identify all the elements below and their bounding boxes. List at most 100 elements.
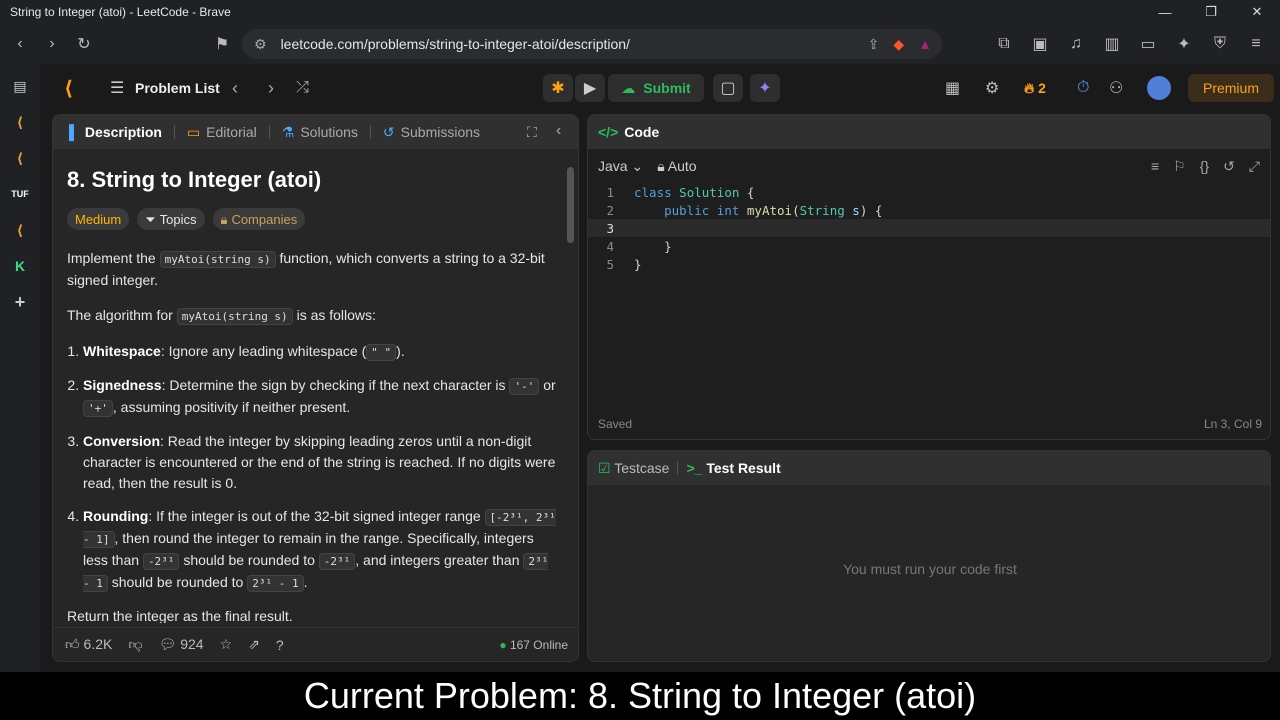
tab-editorial[interactable]: ▭ Editorial (181, 124, 263, 141)
inline-code: " " (366, 344, 397, 361)
video-caption: Current Problem: 8. String to Integer (a… (0, 672, 1280, 720)
premium-button[interactable]: Premium (1188, 74, 1274, 102)
topics-label: Topics (159, 211, 197, 227)
submit-label: Submit (643, 80, 691, 96)
reset-icon[interactable]: ↺ (1223, 158, 1235, 175)
timer-icon[interactable]: ⏱ (1077, 79, 1089, 97)
tab-test-result[interactable]: >_ Test Result (686, 460, 780, 476)
notes-icon[interactable]: ▢ (713, 74, 743, 102)
share-icon[interactable]: ⇗ (248, 636, 260, 653)
next-problem-icon[interactable]: › (268, 78, 274, 99)
brave-shields-icon[interactable]: ◆ (893, 36, 904, 53)
screenshot-icon[interactable]: ▣ (1024, 28, 1056, 60)
back-icon[interactable]: ‹ (4, 28, 36, 60)
url-text[interactable]: leetcode.com/problems/string-to-integer-… (281, 36, 630, 52)
line-number: 5 (606, 256, 614, 272)
code-editor[interactable]: 1 class Solution { 2 public int myAtoi(St… (588, 183, 1270, 303)
description-footer: 👍︎ 6.2K 👎︎ 💬︎ 924 ☆ ⇗ ? ● 167 Online (53, 627, 578, 661)
leetcode-logo-icon[interactable]: ⟨ (64, 76, 73, 101)
language-select[interactable]: Java ⌄ (598, 158, 643, 175)
code-icon: </> (598, 124, 619, 140)
menu-icon[interactable]: ≡ (1240, 28, 1272, 60)
leetcode-shortcut-icon[interactable]: ⟨ (7, 110, 33, 134)
streak-count: 2 (1038, 79, 1046, 96)
settings-gear-icon[interactable]: ⚙ (985, 78, 999, 98)
fire-icon: 🔥︎ (1024, 79, 1035, 96)
submit-button[interactable]: ☁ Submit (608, 74, 704, 102)
run-icon[interactable]: ▶ (575, 74, 605, 102)
code-punct: { (739, 184, 755, 200)
step-title: Whitespace (83, 343, 161, 359)
leetcode-shortcut-icon[interactable]: ⟨ (7, 146, 33, 170)
share-icon[interactable]: ⇪ (868, 36, 880, 53)
collapse-icon[interactable]: ‹ (556, 122, 561, 140)
k-app-icon[interactable]: K (7, 254, 33, 278)
site-info-icon[interactable]: ⚙ (254, 36, 267, 53)
star-icon[interactable]: ☆ (220, 636, 233, 653)
minimize-button[interactable]: — (1142, 0, 1188, 24)
inline-code: '-' (509, 378, 540, 395)
maximize-icon[interactable]: ⛶ (527, 124, 537, 141)
inline-code: -2³¹ (318, 553, 356, 570)
companies-button[interactable]: 🔒︎ Companies (212, 208, 306, 230)
tab-divider (268, 125, 270, 139)
sidebar-toggle-icon[interactable]: ▥ (1096, 28, 1128, 60)
step-signedness: Signedness: Determine the sign by checki… (83, 375, 557, 419)
format-icon[interactable]: ≡ (1151, 158, 1159, 175)
scroll-thumb[interactable] (567, 167, 574, 243)
tab-solutions[interactable]: ⚗ Solutions (276, 124, 364, 141)
leetcode-shortcut-icon[interactable]: ⟨ (7, 218, 33, 242)
topics-button[interactable]: ⏷ Topics (137, 208, 205, 230)
reload-icon[interactable]: ↻ (68, 28, 100, 60)
close-button[interactable]: ✕ (1234, 0, 1280, 24)
leo-ai-icon[interactable]: ✦ (1168, 28, 1200, 60)
tab-test-result-label: Test Result (706, 460, 781, 476)
inline-code: '+' (83, 400, 113, 417)
chevron-down-icon: ⌄ (631, 157, 644, 174)
fullscreen-icon[interactable]: ⤢ (1249, 158, 1260, 175)
tab-description[interactable]: ▌ Description (63, 124, 168, 140)
brave-rewards-icon[interactable]: ▲ (918, 36, 932, 52)
description-scrollbar[interactable] (566, 155, 574, 623)
auto-mode[interactable]: 🔒︎ Auto (657, 158, 696, 175)
ai-assist-icon[interactable]: ✦ (750, 74, 780, 102)
prev-problem-icon[interactable]: ‹ (232, 78, 238, 99)
problem-list-link[interactable]: Problem List (135, 80, 220, 96)
comments-button[interactable]: 💬︎ 924 (159, 636, 204, 653)
media-icon[interactable]: ♫ (1060, 28, 1092, 60)
like-button[interactable]: 👍︎ 6.2K (65, 636, 112, 653)
tab-submissions[interactable]: ↺ Submissions (377, 124, 486, 141)
tuf-icon[interactable]: TUF (7, 182, 33, 206)
difficulty-badge[interactable]: Medium (67, 208, 130, 230)
avatar[interactable] (1147, 76, 1171, 100)
list-icon[interactable]: ☰ (110, 78, 124, 98)
braces-icon[interactable]: {} (1200, 158, 1209, 175)
step-title: Conversion (83, 433, 161, 449)
code-text: } (634, 238, 672, 254)
debug-icon[interactable]: ✱ (543, 74, 573, 102)
forward-icon[interactable]: › (36, 28, 68, 60)
online-count: ● 167 Online (499, 638, 568, 652)
function-name: myAtoi (746, 202, 793, 218)
add-friend-icon[interactable]: ⚇ (1109, 78, 1123, 98)
restore-button[interactable]: ❐ (1188, 0, 1234, 24)
address-bar[interactable]: ⚙ leetcode.com/problems/string-to-intege… (242, 29, 942, 59)
vpn-icon[interactable]: ⛨ (1204, 28, 1236, 60)
bookmark-icon[interactable]: ⚑ (206, 28, 238, 60)
add-icon[interactable]: + (7, 290, 33, 314)
identifier: s (852, 202, 860, 218)
wallet-icon[interactable]: ▭ (1132, 28, 1164, 60)
streak-counter[interactable]: 🔥︎ 2 (1024, 80, 1046, 97)
algorithm-steps: Whitespace: Ignore any leading whitespac… (67, 341, 557, 594)
thumbs-down-icon[interactable]: 👎︎ (128, 636, 142, 653)
shuffle-icon[interactable]: ⤮ (296, 79, 309, 97)
layout-icon[interactable]: ▦ (945, 78, 960, 98)
extensions-icon[interactable]: ⧉ (988, 28, 1020, 60)
text-span: should be rounded to (107, 574, 248, 590)
algorithm-intro: The algorithm for myAtoi(string s) is as… (67, 305, 557, 327)
sidebar-panel-icon[interactable]: ▤ (7, 74, 33, 98)
bookmark-icon[interactable]: ⚐ (1173, 158, 1186, 175)
text-span: ). (396, 343, 405, 359)
tab-testcase[interactable]: ☑ Testcase (598, 460, 669, 477)
help-icon[interactable]: ? (276, 637, 284, 653)
